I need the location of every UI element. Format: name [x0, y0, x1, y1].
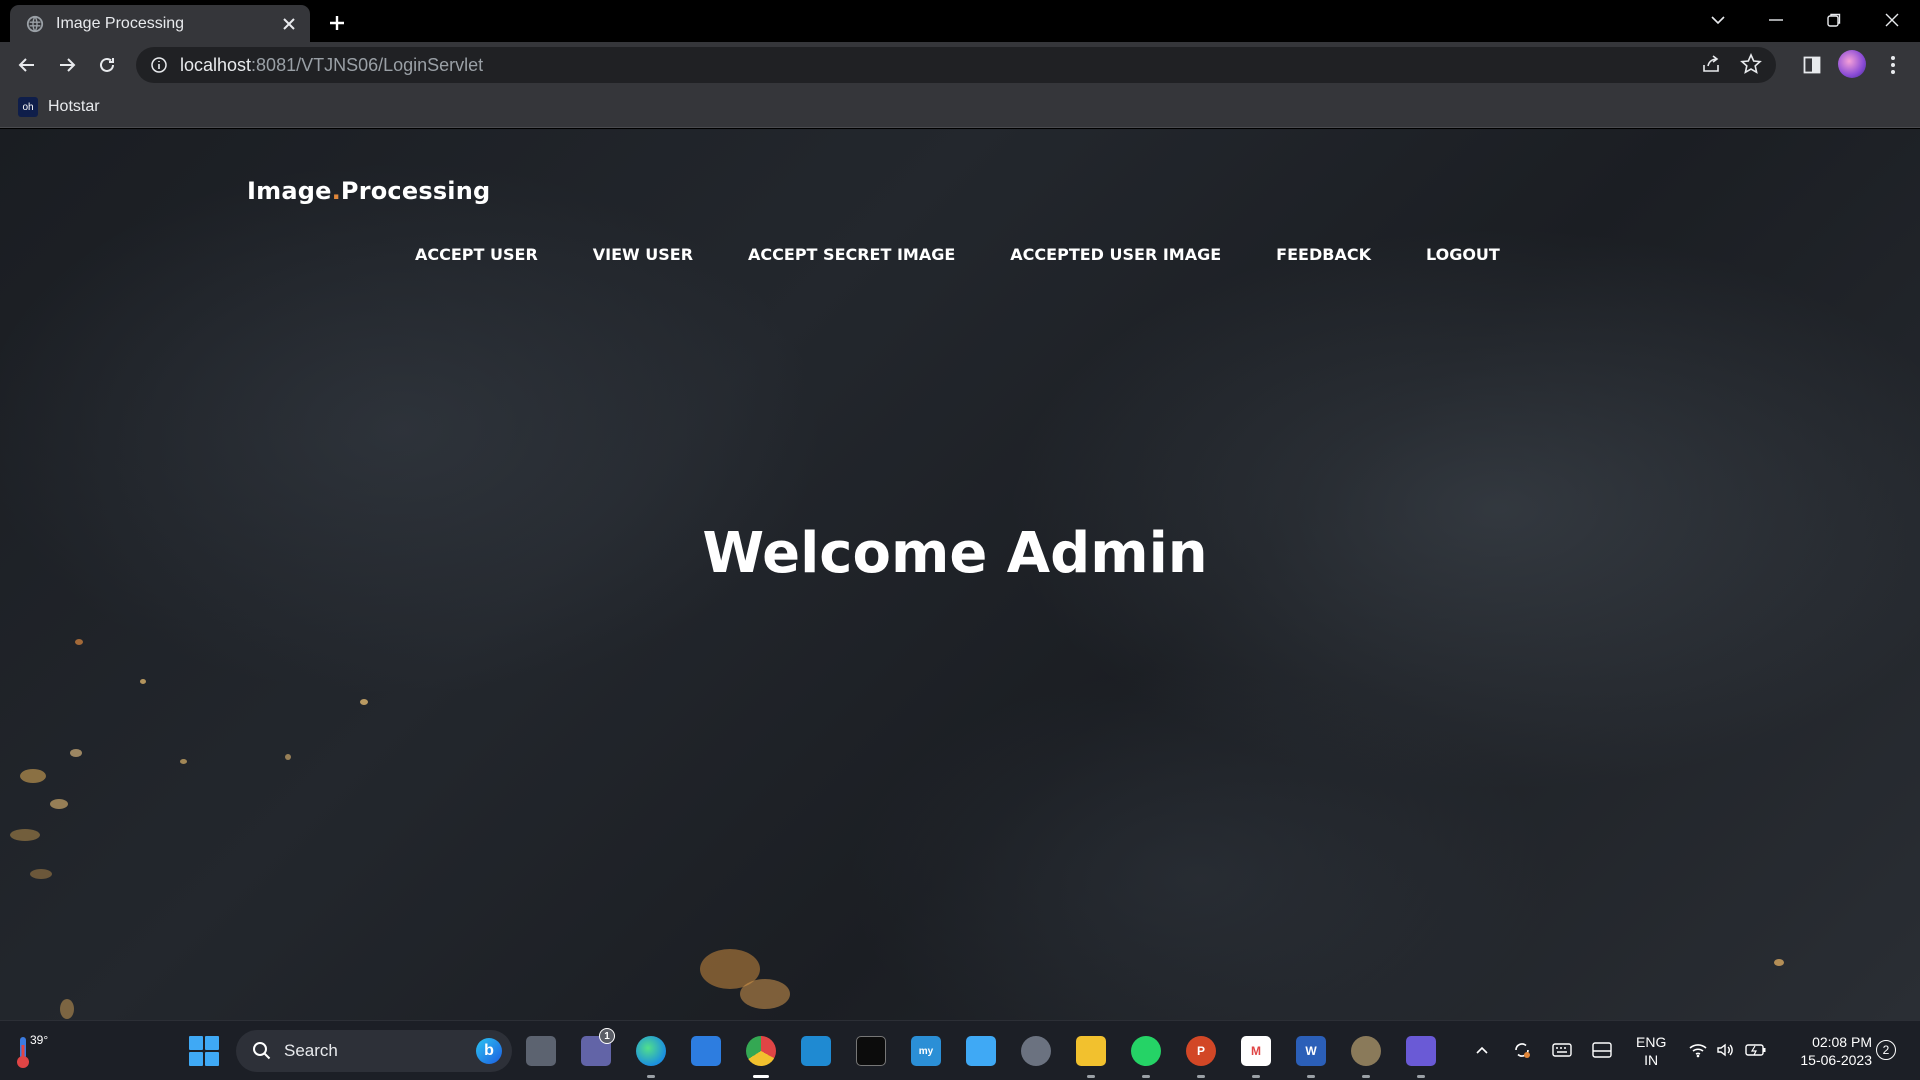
tab-search-icon[interactable] — [1690, 0, 1746, 40]
nav-accept-secret-image[interactable]: ACCEPT SECRET IMAGE — [748, 245, 955, 264]
whatsapp-icon[interactable] — [1131, 1036, 1161, 1066]
vscode-icon[interactable] — [801, 1036, 831, 1066]
terminal-icon[interactable] — [856, 1036, 886, 1066]
more-menu-icon[interactable] — [1880, 52, 1906, 78]
running-indicator — [1142, 1075, 1150, 1078]
weather-widget[interactable]: 39° — [14, 1031, 54, 1071]
tab-strip: Image Processing — [0, 0, 1920, 42]
active-tab[interactable]: Image Processing — [10, 5, 310, 42]
side-panel-icon[interactable] — [1799, 52, 1825, 78]
search-icon — [253, 1042, 271, 1060]
mysql-icon[interactable]: my — [911, 1036, 941, 1066]
keyboard-icon[interactable] — [1548, 1035, 1576, 1065]
edge-icon[interactable] — [636, 1036, 666, 1066]
tab-title: Image Processing — [56, 14, 185, 32]
app-gear-icon[interactable] — [1351, 1036, 1381, 1066]
restore-button[interactable] — [1806, 0, 1862, 40]
chrome-icon[interactable] — [746, 1036, 776, 1066]
bing-icon: b — [476, 1038, 502, 1064]
hotstar-icon: oh — [18, 97, 38, 117]
notification-badge[interactable]: 2 — [1876, 1040, 1896, 1060]
weather-temperature: 39° — [30, 1033, 49, 1047]
battery-icon[interactable] — [1742, 1035, 1770, 1065]
task-view-icon[interactable] — [526, 1036, 556, 1066]
bookmark-label: Hotstar — [48, 98, 100, 115]
bookmarks-bar: oh Hotstar — [0, 88, 1920, 128]
nav-view-user[interactable]: VIEW USER — [593, 245, 693, 264]
teams-badge: 1 — [599, 1028, 615, 1044]
url-text[interactable]: localhost:8081/VTJNS06/LoginServlet — [180, 55, 483, 76]
active-indicator — [753, 1075, 769, 1078]
profile-avatar[interactable] — [1838, 50, 1866, 78]
nav-feedback[interactable]: FEEDBACK — [1276, 245, 1371, 264]
reload-button[interactable] — [90, 48, 124, 82]
nav-logout[interactable]: LOGOUT — [1426, 245, 1500, 264]
bookmark-hotstar[interactable]: oh Hotstar — [18, 97, 100, 117]
wifi-icon[interactable] — [1684, 1035, 1712, 1065]
eclipse-icon[interactable] — [1406, 1036, 1436, 1066]
teams-chat-icon[interactable]: 1 — [581, 1028, 615, 1066]
running-indicator — [1252, 1075, 1260, 1078]
language-indicator[interactable]: ENG IN — [1636, 1033, 1666, 1069]
back-button[interactable] — [10, 48, 44, 82]
settings-gear-icon[interactable] — [1021, 1036, 1051, 1066]
running-indicator — [647, 1075, 655, 1078]
close-window-button[interactable] — [1864, 0, 1920, 40]
notepad-icon[interactable] — [966, 1036, 996, 1066]
microsoft-store-icon[interactable] — [691, 1036, 721, 1066]
site-info-icon[interactable] — [150, 56, 168, 74]
bookmark-star-icon[interactable] — [1740, 53, 1762, 75]
nav-accepted-user-image[interactable]: ACCEPTED USER IMAGE — [1010, 245, 1221, 264]
word-icon[interactable]: W — [1296, 1036, 1326, 1066]
minimize-button[interactable] — [1748, 0, 1804, 40]
browser-toolbar: localhost:8081/VTJNS06/LoginServlet — [0, 42, 1920, 88]
running-indicator — [1197, 1075, 1205, 1078]
address-bar[interactable]: localhost:8081/VTJNS06/LoginServlet — [136, 47, 1776, 83]
sync-icon[interactable] — [1508, 1035, 1536, 1065]
start-button[interactable] — [189, 1036, 219, 1066]
forward-button[interactable] — [50, 48, 84, 82]
running-indicator — [1087, 1075, 1095, 1078]
running-indicator — [1307, 1075, 1315, 1078]
new-tab-button[interactable] — [322, 8, 352, 38]
running-indicator — [1417, 1075, 1425, 1078]
display-icon[interactable] — [1588, 1035, 1616, 1065]
gmail-icon[interactable]: M — [1241, 1036, 1271, 1066]
share-icon[interactable] — [1700, 53, 1722, 75]
site-brand[interactable]: Image.Processing — [247, 177, 490, 205]
nav-accept-user[interactable]: ACCEPT USER — [415, 245, 538, 264]
windows-taskbar: 39° Search b 1 my P M W ENG IN 02:08 PM … — [0, 1020, 1920, 1080]
powerpoint-icon[interactable]: P — [1186, 1036, 1216, 1066]
main-navigation: ACCEPT USER VIEW USER ACCEPT SECRET IMAG… — [415, 245, 1555, 264]
running-indicator — [1362, 1075, 1370, 1078]
page-viewport: Image.Processing ACCEPT USER VIEW USER A… — [0, 129, 1920, 1020]
volume-icon[interactable] — [1712, 1035, 1740, 1065]
show-hidden-icons-chevron[interactable] — [1468, 1035, 1496, 1065]
search-label: Search — [284, 1041, 338, 1060]
close-tab-icon[interactable] — [274, 9, 304, 39]
file-explorer-icon[interactable] — [1076, 1036, 1106, 1066]
globe-icon — [26, 15, 44, 32]
system-clock[interactable]: 02:08 PM 15-06-2023 — [1782, 1033, 1872, 1069]
clock-time: 02:08 PM — [1812, 1034, 1872, 1050]
welcome-heading: Welcome Admin — [702, 521, 1208, 586]
taskbar-search[interactable]: Search b — [236, 1030, 512, 1072]
clock-date: 15-06-2023 — [1800, 1052, 1872, 1068]
